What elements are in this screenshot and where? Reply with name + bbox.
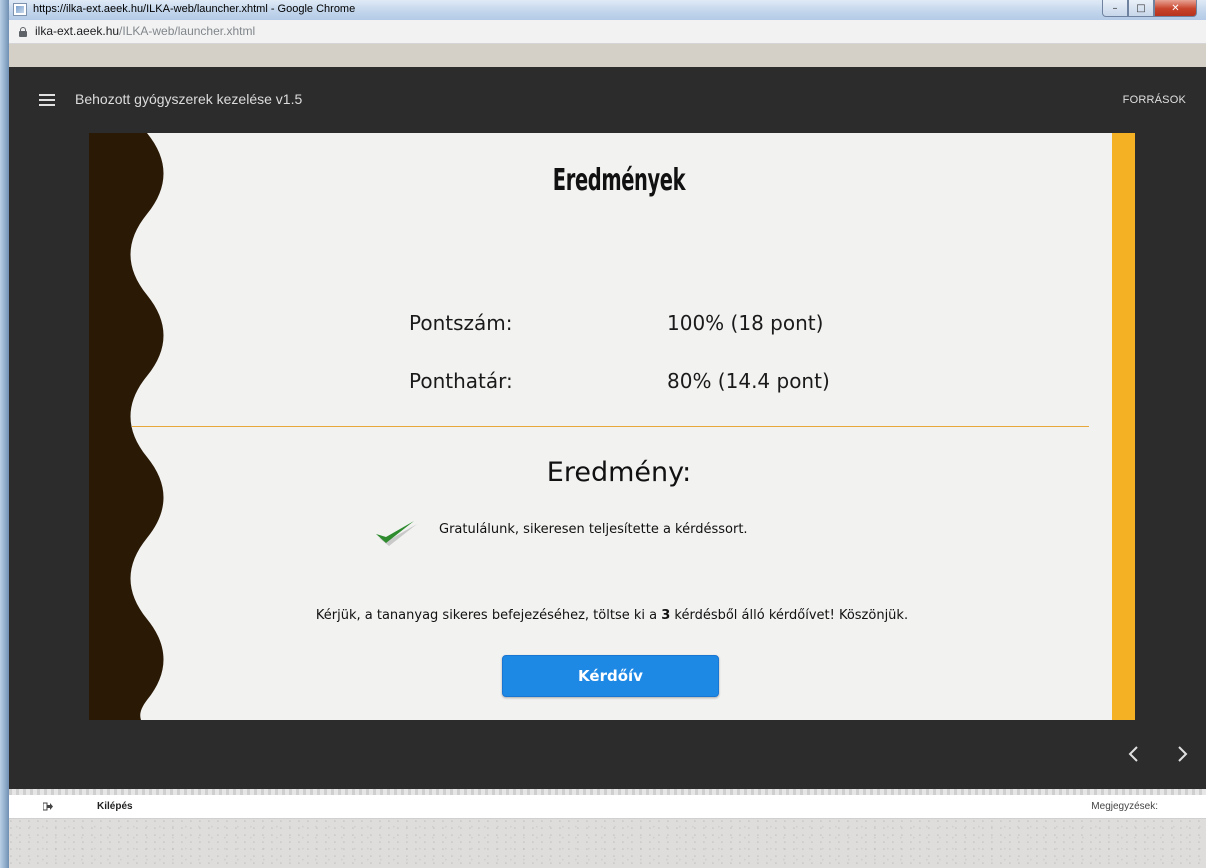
results-title: Eredmények — [552, 163, 686, 198]
section-divider — [132, 426, 1089, 427]
bottom-bar: Kilépés Megjegyzések: — [9, 795, 1206, 819]
lock-icon — [19, 27, 27, 37]
close-button[interactable]: ✕ — [1154, 0, 1197, 17]
url-text[interactable]: ilka-ext.aeek.hu/ILKA-web/launcher.xhtml — [35, 24, 255, 38]
window-title: https://ilka-ext.aeek.hu/ILKA-web/launch… — [33, 3, 356, 15]
results-slide: Eredmények Pontszám: 100% (18 pont) Pont… — [89, 133, 1135, 720]
result-heading: Eredmény: — [546, 457, 692, 488]
address-bar[interactable]: ilka-ext.aeek.hu/ILKA-web/launcher.xhtml — [9, 20, 1206, 44]
exit-link[interactable]: Kilépés — [97, 801, 133, 812]
app-header: Behozott gyógyszerek kezelése v1.5 FORRÁ… — [9, 67, 1206, 133]
notes-link[interactable]: Megjegyzések: — [1091, 801, 1158, 812]
page-favicon-icon — [13, 3, 27, 16]
threshold-label: Ponthatár: — [409, 369, 513, 393]
chevron-right-icon[interactable] — [1172, 742, 1192, 766]
url-host: ilka-ext.aeek.hu — [35, 24, 120, 38]
footer-background — [9, 819, 1206, 868]
menu-icon[interactable] — [39, 94, 55, 106]
url-path: /ILKA-web/launcher.xhtml — [119, 24, 256, 38]
chevron-left-icon[interactable] — [1124, 742, 1144, 766]
threshold-value: 80% (14.4 pont) — [667, 369, 830, 393]
check-icon — [376, 521, 417, 546]
score-label: Pontszám: — [409, 311, 513, 335]
course-player: Behozott gyógyszerek kezelése v1.5 FORRÁ… — [9, 67, 1206, 789]
score-value: 100% (18 pont) — [667, 311, 824, 335]
survey-question-count: 3 — [661, 608, 671, 623]
window-controls: – □ ✕ — [1102, 0, 1197, 18]
congrats-message: Gratulálunk, sikeresen teljesítette a ké… — [439, 522, 748, 537]
sources-link[interactable]: FORRÁSOK — [1123, 94, 1186, 106]
survey-note: Kérjük, a tananyag sikeres befejezéséhez… — [89, 608, 1135, 623]
minimize-button[interactable]: – — [1102, 0, 1128, 17]
window-left-border — [0, 0, 9, 868]
maximize-button[interactable]: □ — [1128, 0, 1154, 17]
course-title: Behozott gyógyszerek kezelése v1.5 — [75, 91, 303, 107]
survey-note-text-end: kérdésből álló kérdőívet! Köszönjük. — [670, 608, 909, 623]
exit-icon[interactable] — [43, 802, 53, 811]
survey-note-text-start: Kérjük, a tananyag sikeres befejezéséhez… — [315, 608, 662, 623]
window-titlebar[interactable]: https://ilka-ext.aeek.hu/ILKA-web/launch… — [9, 0, 1206, 21]
survey-button[interactable]: Kérdőív — [502, 655, 719, 697]
accent-stripe — [1112, 133, 1135, 720]
